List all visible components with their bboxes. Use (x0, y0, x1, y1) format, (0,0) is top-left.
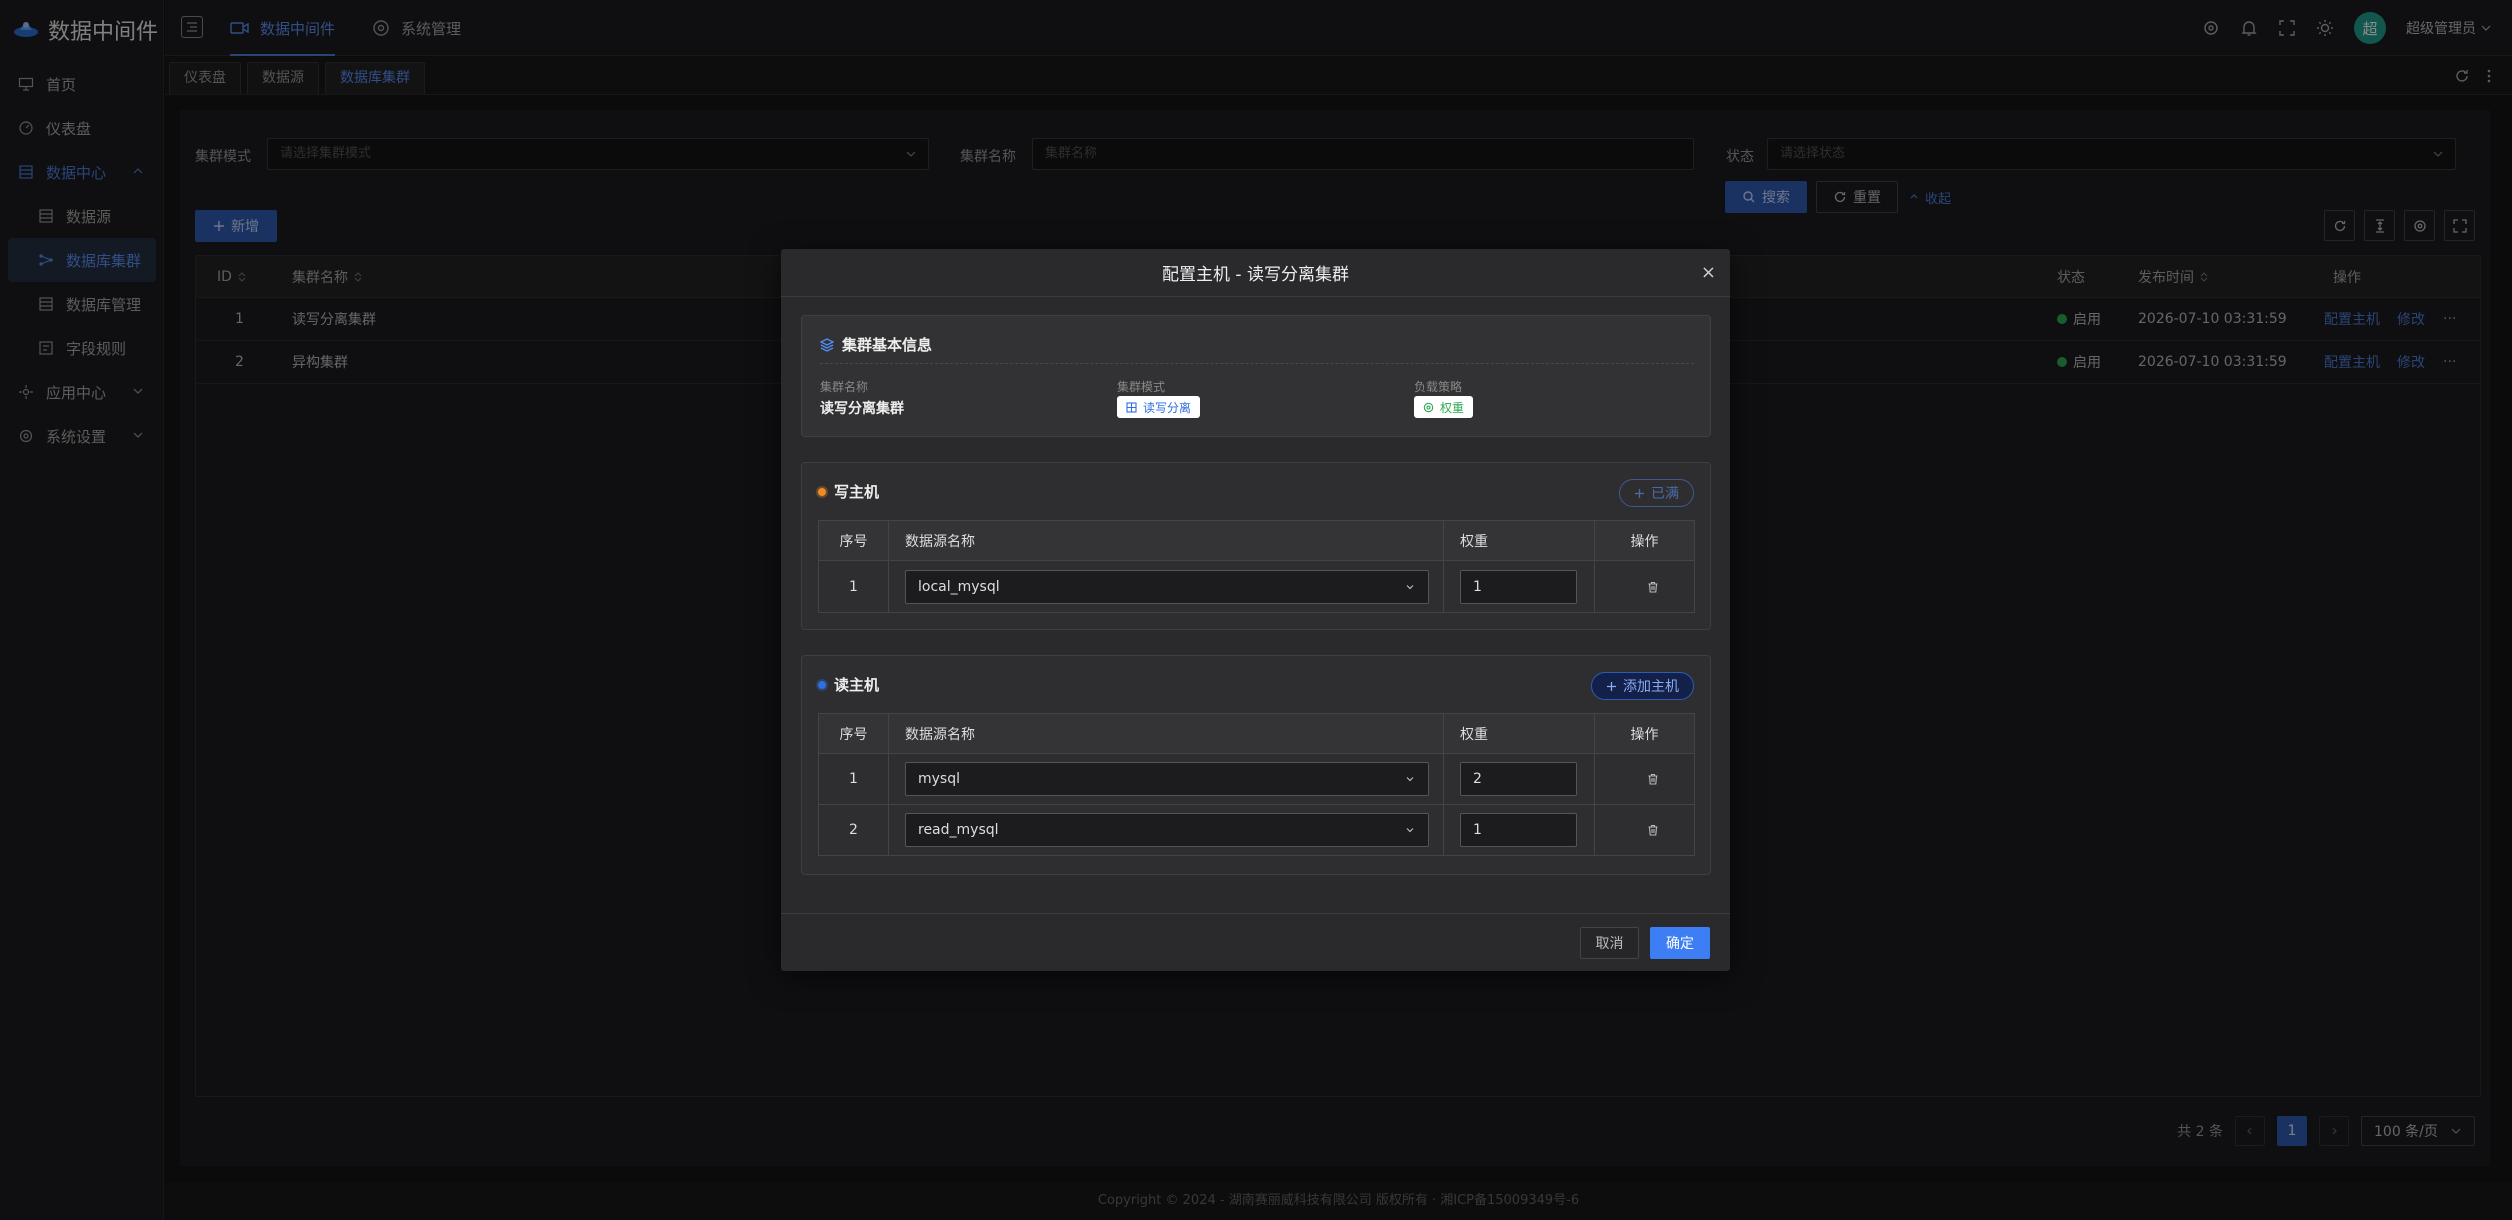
chevron-down-icon (1406, 777, 1414, 782)
write-host-title: 写主机 (818, 481, 879, 502)
datasource-select[interactable]: local_mysql (905, 569, 1429, 604)
close-icon[interactable]: × (1701, 264, 1716, 282)
add-host-label: 添加主机 (1623, 679, 1679, 695)
read-row-op-cell (1594, 753, 1695, 805)
weight-input[interactable]: 1 (1460, 569, 1577, 604)
write-host-header-row: 序号 数据源名称 权重 操作 (818, 520, 1695, 561)
read-host-dot (818, 680, 826, 689)
write-row-op-cell (1594, 560, 1695, 613)
datasource-value: mysql (918, 771, 960, 787)
plus-icon (1607, 681, 1616, 691)
read-row-op-cell (1594, 804, 1695, 856)
read-host-title: 读主机 (818, 674, 879, 695)
col-seq: 序号 (818, 520, 889, 561)
modal-footer: 取消 确定 (781, 913, 1730, 971)
modal-title: 配置主机 - 读写分离集群 (1162, 265, 1349, 285)
mode-tag: 读写分离 (1117, 396, 1201, 418)
mode-tag-text: 读写分离 (1143, 400, 1192, 415)
delete-button[interactable] (1611, 773, 1694, 785)
settings-icon (1423, 402, 1434, 412)
weight-input[interactable]: 1 (1460, 813, 1577, 847)
modal-header: 配置主机 - 读写分离集群 × (781, 249, 1730, 297)
layers-icon (820, 337, 834, 352)
read-row-weight-cell: 1 (1443, 804, 1595, 856)
delete-button[interactable] (1611, 581, 1694, 593)
datasource-select[interactable]: read_mysql (905, 813, 1429, 847)
write-row-weight-cell: 1 (1443, 560, 1595, 613)
copy-icon (1126, 401, 1137, 413)
col-op: 操作 (1594, 520, 1695, 561)
write-row-seq: 1 (818, 560, 889, 613)
strategy-tag-text: 权重 (1440, 400, 1465, 415)
datasource-value: local_mysql (918, 578, 1000, 595)
chevron-down-icon (1406, 828, 1414, 833)
info-name-value: 读写分离集群 (820, 401, 904, 417)
col-op: 操作 (1594, 713, 1695, 754)
read-host-row: 2 read_mysql 1 (818, 804, 1695, 856)
info-strategy-label: 负载策略 (1414, 380, 1463, 394)
plus-icon (1635, 488, 1644, 498)
trash-icon (1648, 581, 1657, 593)
trash-icon (1648, 824, 1657, 836)
col-seq: 序号 (818, 713, 889, 754)
weight-input[interactable]: 2 (1460, 762, 1577, 796)
cluster-info-title: 集群基本信息 (820, 334, 932, 355)
write-host-table: 序号 数据源名称 权重 操作 1 local_mysql 1 (818, 520, 1695, 613)
info-name-label: 集群名称 (820, 380, 869, 394)
delete-button[interactable] (1611, 824, 1694, 836)
cluster-info-title-text: 集群基本信息 (842, 336, 933, 354)
read-row-seq: 2 (818, 804, 889, 856)
write-host-full-button[interactable]: 已满 (1619, 479, 1694, 507)
cancel-button[interactable]: 取消 (1580, 927, 1639, 959)
write-row-ds-cell: local_mysql (888, 560, 1444, 613)
cluster-info-card: 集群基本信息 集群名称 读写分离集群 集群模式 读写分离 负载策略 权重 (801, 315, 1711, 437)
col-weight: 权重 (1443, 520, 1595, 561)
datasource-value: read_mysql (918, 822, 999, 838)
read-host-row: 1 mysql 2 (818, 753, 1695, 805)
trash-icon (1648, 773, 1657, 785)
divider (820, 363, 1694, 364)
read-host-title-text: 读主机 (834, 676, 880, 694)
read-host-header-row: 序号 数据源名称 权重 操作 (818, 713, 1695, 754)
chevron-down-icon (1406, 584, 1414, 589)
configure-hosts-modal: 配置主机 - 读写分离集群 × 集群基本信息 集群名称 读写分离集群 集群模式 … (781, 249, 1730, 971)
read-host-card: 读主机 添加主机 序号 数据源名称 权重 操作 1 mysql 2 2 read… (801, 655, 1711, 875)
write-host-full-label: 已满 (1651, 486, 1679, 502)
add-host-button[interactable]: 添加主机 (1591, 672, 1694, 700)
col-weight: 权重 (1443, 713, 1595, 754)
read-row-ds-cell: read_mysql (888, 804, 1444, 856)
col-datasource: 数据源名称 (888, 713, 1444, 754)
read-row-weight-cell: 2 (1443, 753, 1595, 805)
write-host-row: 1 local_mysql 1 (818, 560, 1695, 613)
write-host-title-text: 写主机 (834, 483, 880, 501)
read-host-table: 序号 数据源名称 权重 操作 1 mysql 2 2 read_mysql 1 (818, 713, 1695, 856)
write-host-card: 写主机 已满 序号 数据源名称 权重 操作 1 local_mysql 1 (801, 462, 1711, 630)
col-datasource: 数据源名称 (888, 520, 1444, 561)
write-host-dot (818, 487, 826, 496)
read-row-ds-cell: mysql (888, 753, 1444, 805)
datasource-select[interactable]: mysql (905, 762, 1429, 796)
strategy-tag: 权重 (1414, 396, 1474, 418)
info-mode-label: 集群模式 (1117, 380, 1166, 394)
read-row-seq: 1 (818, 753, 889, 805)
confirm-button[interactable]: 确定 (1650, 927, 1710, 959)
